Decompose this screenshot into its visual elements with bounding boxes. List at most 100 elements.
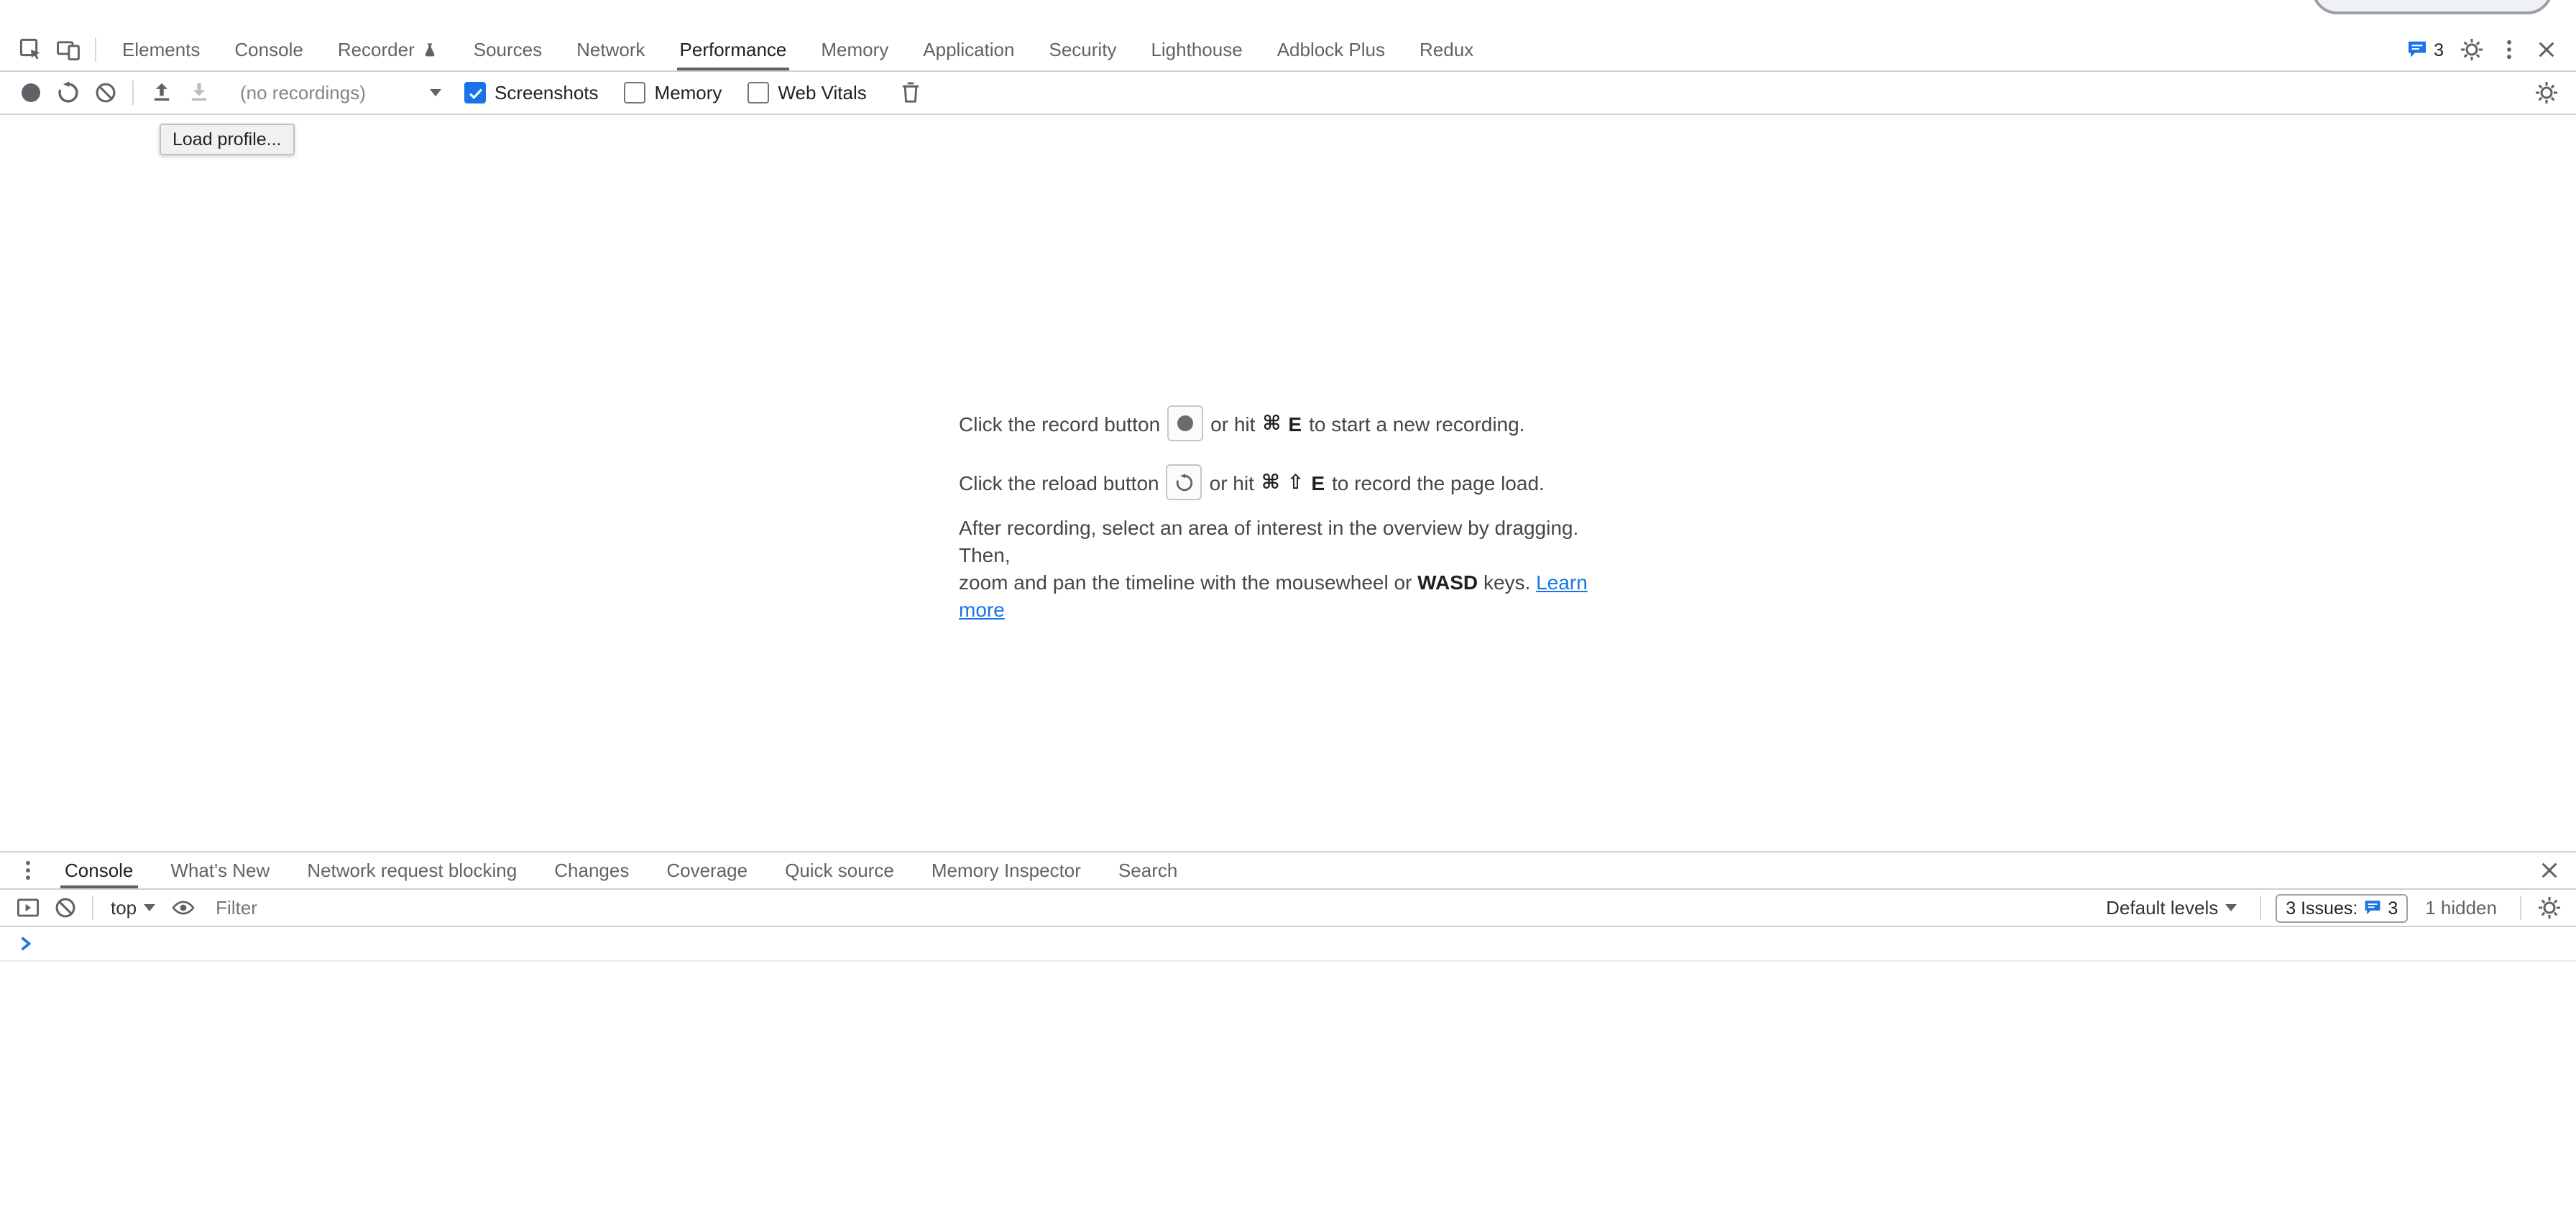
reload-and-record-button[interactable] — [49, 74, 86, 111]
devtools-window: Elements Console Recorder Sources Networ… — [0, 0, 2576, 1206]
capture-settings-gear-icon[interactable] — [2527, 74, 2564, 111]
drawer: Console What's New Network request block… — [0, 851, 2576, 1206]
recordings-select[interactable]: (no recordings) — [231, 75, 450, 110]
tab-performance[interactable]: Performance — [663, 29, 804, 70]
checkbox-label: Memory — [655, 82, 722, 103]
experiment-flask-icon — [422, 41, 439, 58]
tab-application[interactable]: Application — [906, 29, 1031, 70]
checkbox-box — [748, 82, 769, 103]
drawer-tab-changes[interactable]: Changes — [535, 852, 648, 888]
separator — [2260, 896, 2261, 920]
instruction-text: to start a new recording. — [1309, 412, 1524, 435]
tab-elements[interactable]: Elements — [105, 29, 217, 70]
wasd-keys: WASD — [1417, 571, 1478, 594]
load-profile-button[interactable] — [142, 74, 180, 111]
reload-icon — [1174, 472, 1195, 492]
separator — [92, 896, 93, 920]
shift-key-glyph: ⇧ — [1287, 470, 1304, 494]
record-button-illustration[interactable] — [1167, 405, 1203, 441]
drawer-tabbar: Console What's New Network request block… — [0, 852, 2576, 890]
clear-recordings-button[interactable] — [86, 74, 124, 111]
clear-console-icon[interactable] — [46, 889, 83, 926]
issues-label: 3 Issues: — [2286, 898, 2358, 918]
tab-network[interactable]: Network — [559, 29, 662, 70]
checkbox-box — [625, 82, 646, 103]
issues-counter[interactable]: 3 — [2406, 39, 2444, 60]
panel-tabs: Elements Console Recorder Sources Networ… — [105, 29, 1491, 70]
drawer-tab-search[interactable]: Search — [1100, 852, 1196, 888]
instruction-text: or hit — [1210, 412, 1255, 435]
drawer-tab-whats-new[interactable]: What's New — [152, 852, 288, 888]
reload-instruction: Click the reload button or hit ⌘ ⇧ E to … — [959, 464, 1617, 500]
drawer-tab-network-request-blocking[interactable]: Network request blocking — [288, 852, 535, 888]
drawer-tab-quick-source[interactable]: Quick source — [766, 852, 913, 888]
console-context-select[interactable]: top — [111, 897, 155, 919]
console-sidebar-icon[interactable] — [9, 889, 46, 926]
hint-text: keys. — [1484, 571, 1530, 594]
chevron-down-icon — [2225, 904, 2237, 911]
instruction-text: Click the record button — [959, 412, 1160, 435]
web-vitals-checkbox[interactable]: Web Vitals — [748, 82, 866, 103]
record-icon — [21, 83, 40, 102]
check-icon — [466, 84, 484, 101]
issues-bubble-icon — [2406, 39, 2428, 60]
trash-icon[interactable] — [893, 74, 930, 111]
live-expression-eye-icon[interactable] — [164, 889, 201, 926]
hint-text: zoom and pan the timeline with the mouse… — [959, 571, 1412, 594]
tab-security[interactable]: Security — [1032, 29, 1134, 70]
device-toolbar-icon[interactable] — [49, 31, 86, 68]
console-issues-counter[interactable]: 3 Issues: 3 — [2276, 893, 2408, 922]
checkbox-box — [464, 82, 486, 103]
separator — [2520, 896, 2521, 920]
tab-console[interactable]: Console — [217, 29, 320, 70]
console-toolbar: top Default levels 3 Issues: 3 1 hidden — [0, 890, 2576, 927]
inspect-element-icon[interactable] — [12, 31, 49, 68]
close-drawer-icon[interactable] — [2530, 852, 2567, 889]
shortcut-key: E — [1311, 471, 1325, 494]
settings-gear-icon[interactable] — [2452, 31, 2490, 68]
tab-redux[interactable]: Redux — [1402, 29, 1491, 70]
console-filter-input[interactable] — [216, 897, 2092, 919]
checkbox-label: Screenshots — [494, 82, 599, 103]
cmd-key-glyph: ⌘ — [1261, 470, 1280, 494]
chevron-down-icon — [144, 904, 155, 911]
separator — [95, 37, 96, 62]
tab-lighthouse[interactable]: Lighthouse — [1133, 29, 1259, 70]
log-levels-select[interactable]: Default levels — [2106, 897, 2237, 919]
separator — [132, 80, 134, 105]
recordings-select-value: (no recordings) — [240, 82, 366, 103]
tab-recorder-label: Recorder — [338, 39, 415, 60]
tab-recorder[interactable]: Recorder — [321, 29, 456, 70]
console-prompt[interactable] — [0, 927, 2576, 962]
record-button[interactable] — [12, 74, 49, 111]
record-instruction: Click the record button or hit ⌘ E to st… — [959, 405, 1617, 441]
save-profile-button[interactable] — [180, 74, 217, 111]
drawer-tab-memory-inspector[interactable]: Memory Inspector — [913, 852, 1100, 888]
memory-checkbox[interactable]: Memory — [625, 82, 722, 103]
hint-text: After recording, select an area of inter… — [959, 516, 1578, 566]
prompt-chevron-icon — [19, 936, 33, 952]
instruction-text: or hit — [1210, 471, 1254, 494]
drawer-tab-coverage[interactable]: Coverage — [648, 852, 766, 888]
console-settings-gear-icon[interactable] — [2530, 889, 2567, 926]
tab-sources[interactable]: Sources — [456, 29, 559, 70]
issues-count: 3 — [2434, 40, 2444, 60]
instruction-text: to record the page load. — [1332, 471, 1545, 494]
screenshots-checkbox[interactable]: Screenshots — [464, 82, 599, 103]
tab-memory[interactable]: Memory — [804, 29, 906, 70]
main-tabbar: Elements Console Recorder Sources Networ… — [0, 0, 2576, 72]
record-icon — [1177, 415, 1193, 431]
chevron-down-icon — [430, 89, 441, 96]
tab-adblock-plus[interactable]: Adblock Plus — [1260, 29, 1402, 70]
drawer-more-tools-kebab-icon[interactable] — [9, 852, 46, 889]
cmd-key-glyph: ⌘ — [1262, 411, 1281, 436]
log-levels-value: Default levels — [2106, 897, 2218, 919]
reload-button-illustration[interactable] — [1167, 464, 1202, 500]
performance-panel-content: Click the record button or hit ⌘ E to st… — [0, 115, 2576, 851]
drawer-tab-console[interactable]: Console — [46, 852, 152, 888]
issues-bubble-icon — [2363, 898, 2382, 917]
close-devtools-icon[interactable] — [2527, 31, 2564, 68]
instructions-block: Click the record button or hit ⌘ E to st… — [959, 405, 1617, 624]
more-options-kebab-icon[interactable] — [2490, 31, 2527, 68]
load-profile-tooltip: Load profile... — [160, 124, 295, 155]
